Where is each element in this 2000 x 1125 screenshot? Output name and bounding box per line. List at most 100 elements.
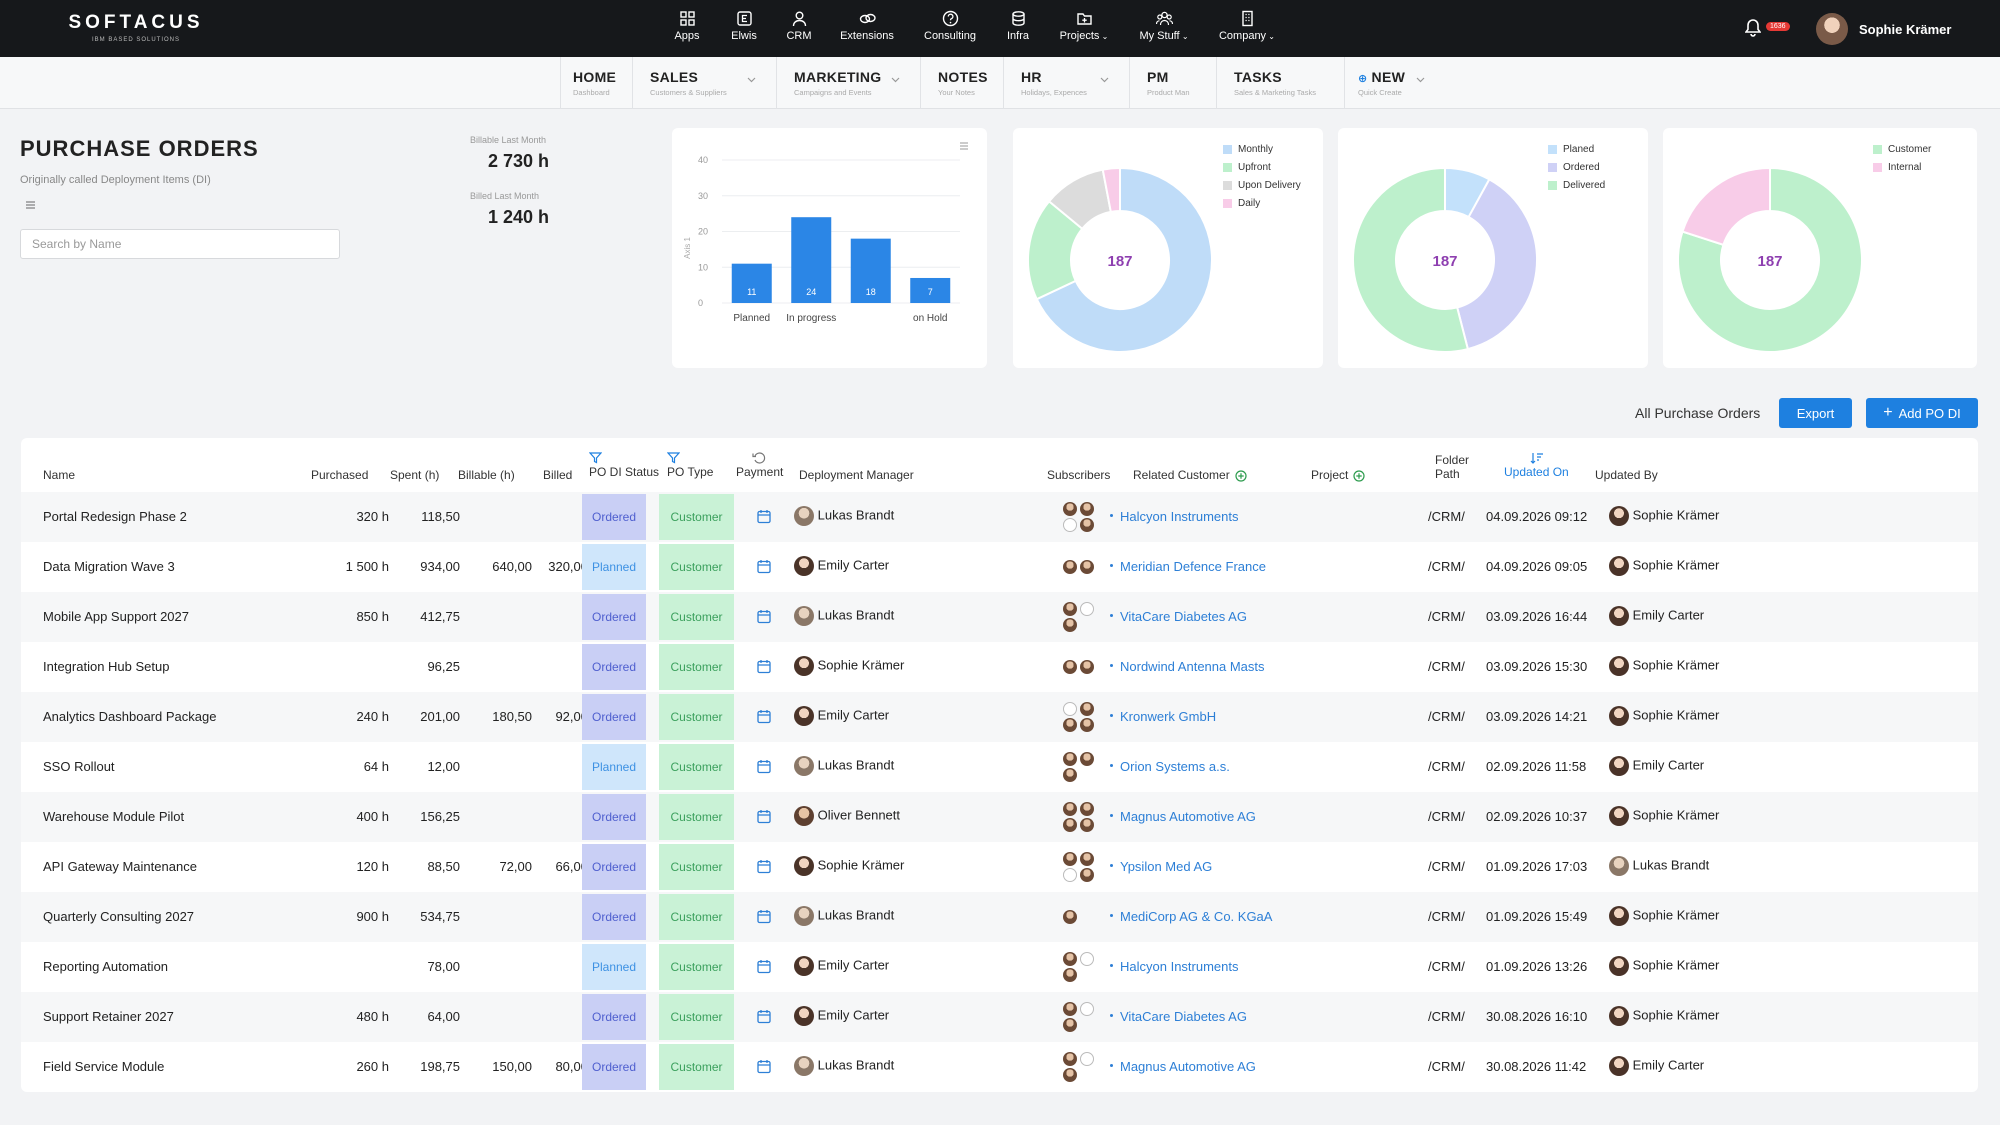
subscriber-avatar[interactable]: [1063, 518, 1077, 532]
subscriber-avatar[interactable]: [1063, 1018, 1077, 1032]
calendar-icon[interactable]: [757, 559, 771, 574]
column-header-subscribers[interactable]: Subscribers: [1047, 468, 1110, 482]
nav-item-hr[interactable]: HR Holidays, Expences: [1004, 57, 1130, 109]
related-customer-link[interactable]: Kronwerk GmbH: [1120, 709, 1216, 724]
table-row[interactable]: Data Migration Wave 31 500 h 934,00 640,00…: [21, 542, 1978, 592]
legend-item[interactable]: Ordered: [1548, 158, 1605, 176]
related-customer-link[interactable]: Magnus Automotive AG: [1120, 809, 1256, 824]
table-row[interactable]: API Gateway Maintenance 120 h 88,50 72,00 66…: [21, 842, 1978, 892]
deployment-manager[interactable]: Sophie Krämer: [794, 656, 904, 676]
related-customer-link[interactable]: Ypsilon Med AG: [1120, 859, 1212, 874]
type-badge[interactable]: Customer: [659, 644, 734, 690]
po-name[interactable]: Support Retainer 2027: [43, 1009, 174, 1024]
deployment-manager[interactable]: Emily Carter: [794, 1006, 889, 1026]
related-customer-link[interactable]: Nordwind Antenna Masts: [1120, 659, 1265, 674]
subscriber-avatar[interactable]: [1080, 502, 1094, 516]
type-badge[interactable]: Customer: [659, 694, 734, 740]
calendar-icon[interactable]: [757, 959, 771, 974]
subscriber-avatar[interactable]: [1063, 952, 1077, 966]
calendar-icon[interactable]: [757, 659, 771, 674]
folder-path[interactable]: /CRM/: [1428, 759, 1465, 774]
status-badge[interactable]: Planned: [582, 544, 646, 590]
column-header-folder[interactable]: Folder Path: [1435, 453, 1475, 481]
subscriber-avatar[interactable]: [1063, 910, 1077, 924]
calendar-icon[interactable]: [757, 1059, 771, 1074]
subscriber-avatar[interactable]: [1063, 802, 1077, 816]
related-customer-link[interactable]: Halcyon Instruments: [1120, 509, 1239, 524]
subscriber-avatar[interactable]: [1063, 702, 1077, 716]
legend-item[interactable]: Internal: [1873, 158, 1931, 176]
subscriber-avatar[interactable]: [1063, 868, 1077, 882]
folder-path[interactable]: /CRM/: [1428, 959, 1465, 974]
type-badge[interactable]: Customer: [659, 894, 734, 940]
status-badge[interactable]: Planned: [582, 944, 646, 990]
type-badge[interactable]: Customer: [659, 744, 734, 790]
po-name[interactable]: SSO Rollout: [43, 759, 115, 774]
type-badge[interactable]: Customer: [659, 594, 734, 640]
column-header-project[interactable]: Project: [1311, 468, 1365, 482]
column-header-spent[interactable]: Spent (h): [390, 468, 439, 482]
subscriber-avatar[interactable]: [1080, 852, 1094, 866]
subscriber-avatar[interactable]: [1063, 818, 1077, 832]
subscriber-avatar[interactable]: [1063, 660, 1077, 674]
status-badge[interactable]: Ordered: [582, 794, 646, 840]
deployment-manager[interactable]: Emily Carter: [794, 956, 889, 976]
topnav-item-extensions[interactable]: Extensions: [835, 10, 899, 50]
topnav-item-apps[interactable]: Apps: [662, 10, 712, 50]
folder-path[interactable]: /CRM/: [1428, 659, 1465, 674]
filter-icon[interactable]: [667, 452, 680, 464]
type-badge[interactable]: Customer: [659, 994, 734, 1040]
type-badge[interactable]: Customer: [659, 1044, 734, 1090]
legend-item[interactable]: Upfront: [1223, 158, 1301, 176]
subscriber-avatar[interactable]: [1080, 718, 1094, 732]
folder-path[interactable]: /CRM/: [1428, 1059, 1465, 1074]
folder-path[interactable]: /CRM/: [1428, 609, 1465, 624]
filter-icon[interactable]: [589, 452, 602, 464]
related-customer-link[interactable]: Magnus Automotive AG: [1120, 1059, 1256, 1074]
subscriber-avatar[interactable]: [1080, 660, 1094, 674]
user-avatar[interactable]: [1816, 13, 1848, 45]
folder-path[interactable]: /CRM/: [1428, 909, 1465, 924]
legend-item[interactable]: Planed: [1548, 140, 1605, 158]
legend-item[interactable]: Upon Delivery: [1223, 176, 1301, 194]
topnav-item-crm[interactable]: CRM: [779, 10, 819, 50]
po-name[interactable]: API Gateway Maintenance: [43, 859, 197, 874]
po-name[interactable]: Analytics Dashboard Package: [43, 709, 216, 724]
user-name[interactable]: Sophie Krämer: [1859, 22, 1951, 37]
subscriber-avatar[interactable]: [1063, 718, 1077, 732]
po-name[interactable]: Quarterly Consulting 2027: [43, 909, 194, 924]
subscriber-avatar[interactable]: [1080, 818, 1094, 832]
related-customer-link[interactable]: VitaCare Diabetes AG: [1120, 609, 1247, 624]
subscriber-avatar[interactable]: [1080, 702, 1094, 716]
column-header-payment[interactable]: Payment: [736, 452, 783, 479]
nav-item-marketing[interactable]: MARKETING Campaigns and Events: [777, 57, 921, 109]
po-name[interactable]: Mobile App Support 2027: [43, 609, 189, 624]
topnav-item-infra[interactable]: Infra: [998, 10, 1038, 50]
nav-item-tasks[interactable]: TASKS Sales & Marketing Tasks: [1217, 57, 1345, 109]
topnav-item-elwis[interactable]: Elwis: [724, 10, 764, 50]
legend-item[interactable]: Delivered: [1548, 176, 1605, 194]
table-row[interactable]: SSO Rollout 64 h 12,00 Planned Customer Luka…: [21, 742, 1978, 792]
status-badge[interactable]: Ordered: [582, 594, 646, 640]
topnav-item-company[interactable]: Company ⌄: [1217, 10, 1277, 50]
related-customer-link[interactable]: MediCorp AG & Co. KGaA: [1120, 909, 1272, 924]
subscriber-avatar[interactable]: [1063, 1052, 1077, 1066]
subscriber-avatar[interactable]: [1063, 1068, 1077, 1082]
type-badge[interactable]: Customer: [659, 794, 734, 840]
table-row[interactable]: Support Retainer 2027 480 h 64,00 Ordered Cu…: [21, 992, 1978, 1042]
deployment-manager[interactable]: Sophie Krämer: [794, 856, 904, 876]
column-header-purchased[interactable]: Purchased: [311, 468, 368, 482]
po-name[interactable]: Warehouse Module Pilot: [43, 809, 184, 824]
subscriber-avatar[interactable]: [1080, 1002, 1094, 1016]
column-header-billed[interactable]: Billed: [543, 468, 572, 482]
column-header-updated-by[interactable]: Updated By: [1595, 468, 1658, 482]
status-badge[interactable]: Ordered: [582, 844, 646, 890]
calendar-icon[interactable]: [757, 509, 771, 524]
folder-path[interactable]: /CRM/: [1428, 809, 1465, 824]
table-row[interactable]: Mobile App Support 2027 850 h 412,75 Ordere…: [21, 592, 1978, 642]
related-customer-link[interactable]: VitaCare Diabetes AG: [1120, 1009, 1247, 1024]
deployment-manager[interactable]: Lukas Brandt: [794, 1056, 894, 1076]
nav-item-sales[interactable]: SALES Customers & Suppliers: [633, 57, 777, 109]
sort-icon[interactable]: [1530, 452, 1544, 464]
subscriber-avatar[interactable]: [1080, 752, 1094, 766]
